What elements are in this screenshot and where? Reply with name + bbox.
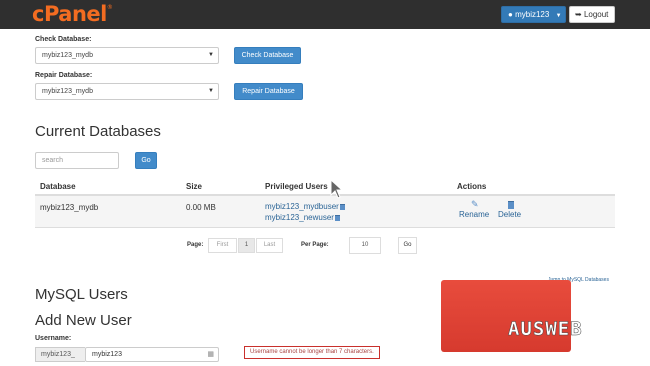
trash-icon[interactable]: [507, 199, 514, 209]
rename-link[interactable]: Rename: [459, 210, 489, 219]
check-database-label: Check Database:: [35, 36, 92, 43]
chevron-down-icon: ▼: [208, 88, 214, 94]
username-label: Username:: [35, 335, 72, 342]
username-warning: Username cannot be longer than 7 charact…: [244, 346, 380, 359]
repair-database-selected: mybiz123_mydb: [42, 88, 93, 95]
mysql-users-heading: MySQL Users: [35, 286, 128, 303]
logout-label: Logout: [583, 10, 609, 19]
repair-database-label: Repair Database:: [35, 72, 93, 79]
username-prefix: mybiz123_: [35, 347, 85, 362]
per-page-go-button[interactable]: Go: [398, 237, 417, 254]
database-size-cell: 0.00 MB: [186, 203, 216, 212]
chevron-down-icon: ▼: [555, 13, 562, 19]
column-privileged-users: Privileged Users: [265, 182, 328, 191]
search-go-button[interactable]: Go: [135, 152, 157, 169]
privileged-user-link[interactable]: mybiz123_mydbuser: [265, 202, 345, 211]
username-value: mybiz123: [92, 351, 122, 358]
privileged-user-name: mybiz123_newuser: [265, 213, 334, 222]
pencil-icon[interactable]: ✎: [471, 199, 479, 210]
keyboard-icon: ▦: [207, 351, 214, 358]
delete-link[interactable]: Delete: [498, 210, 521, 219]
privileged-user-link[interactable]: mybiz123_newuser: [265, 213, 340, 222]
current-page-button[interactable]: 1: [238, 238, 255, 253]
check-database-button[interactable]: Check Database: [234, 47, 301, 64]
privileged-user-name: mybiz123_mydbuser: [265, 202, 339, 211]
table-row: [35, 196, 615, 228]
database-name-cell: mybiz123_mydb: [40, 203, 99, 212]
username-input[interactable]: mybiz123 ▦: [85, 347, 219, 362]
check-database-selected: mybiz123_mydb: [42, 52, 93, 59]
repair-database-button[interactable]: Repair Database: [234, 83, 303, 100]
per-page-input[interactable]: 10: [349, 237, 381, 254]
cpanel-logo[interactable]: cPanel®: [32, 2, 113, 26]
first-page-button[interactable]: First: [208, 238, 237, 253]
per-page-label: Per Page:: [301, 242, 329, 248]
trash-icon[interactable]: [339, 203, 345, 210]
column-size: Size: [186, 182, 203, 191]
ausweb-watermark-panel: [441, 280, 571, 352]
column-actions: Actions: [457, 182, 487, 191]
add-new-user-heading: Add New User: [35, 312, 132, 329]
last-page-button[interactable]: Last: [256, 238, 283, 253]
check-database-select[interactable]: mybiz123_mydb ▼: [35, 47, 219, 64]
user-menu-label: mybiz123: [515, 10, 550, 19]
mouse-cursor-icon: [330, 179, 344, 199]
logout-button[interactable]: ➥ Logout: [569, 6, 615, 23]
column-database: Database: [40, 182, 76, 191]
repair-database-select[interactable]: mybiz123_mydb ▼: [35, 83, 219, 100]
chevron-down-icon: ▼: [208, 52, 214, 58]
user-menu-button[interactable]: ● mybiz123 ▼: [501, 6, 566, 23]
logout-icon: ➥: [575, 10, 582, 19]
current-databases-heading: Current Databases: [35, 123, 161, 140]
search-input[interactable]: search: [35, 152, 119, 169]
ausweb-watermark-logo: AUSWEB: [508, 318, 583, 341]
trash-icon[interactable]: [334, 214, 340, 221]
page-label: Page:: [187, 242, 204, 248]
top-navbar: cPanel® ● mybiz123 ▼ ➥ Logout: [0, 0, 650, 29]
user-icon: ●: [508, 10, 513, 19]
